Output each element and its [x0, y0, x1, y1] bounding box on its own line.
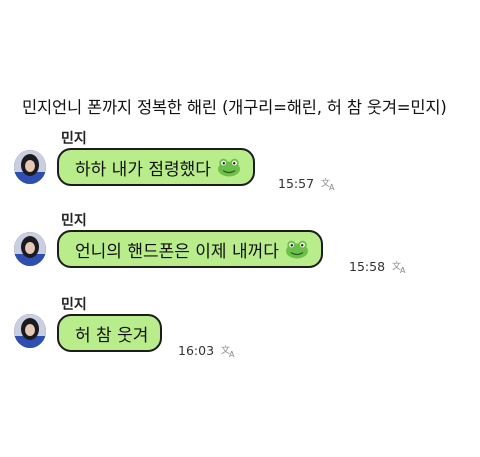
sender-name: 민지: [61, 297, 87, 313]
message-time: 15:57: [278, 176, 315, 191]
translate-icon[interactable]: 文 A: [321, 176, 337, 190]
message-text: 언니의 핸드폰은 이제 내꺼다: [75, 241, 279, 262]
frog-icon: [217, 158, 240, 176]
sender-name: 민지: [61, 131, 87, 147]
message-bubble[interactable]: 하하 내가 점령했다: [57, 148, 255, 186]
avatar[interactable]: [14, 232, 46, 266]
translate-icon[interactable]: 文 A: [392, 259, 408, 273]
message-bubble[interactable]: 언니의 핸드폰은 이제 내꺼다: [57, 230, 323, 268]
svg-text:A: A: [229, 350, 235, 357]
message-bubble[interactable]: 허 참 웃겨: [57, 314, 163, 352]
avatar[interactable]: [14, 150, 46, 184]
chat-message: 민지 하하 내가 점령했다 15:57 文 A: [0, 128, 480, 208]
avatar[interactable]: [14, 314, 46, 348]
post-caption: 민지언니 폰까지 정복한 해린 (개구리=해린, 허 참 웃겨=민지): [22, 98, 447, 117]
chat-message: 민지 허 참 웃겨 16:03 文 A: [0, 294, 480, 374]
message-time: 15:58: [349, 259, 386, 274]
message-text: 허 참 웃겨: [75, 325, 149, 346]
message-text: 하하 내가 점령했다: [75, 159, 211, 180]
message-time: 16:03: [178, 343, 215, 358]
chat-message: 민지 언니의 핸드폰은 이제 내꺼다 15:58 文 A: [0, 210, 480, 290]
frog-icon: [285, 240, 308, 258]
svg-text:A: A: [400, 266, 406, 273]
translate-icon[interactable]: 文 A: [221, 343, 237, 357]
svg-text:A: A: [329, 183, 335, 190]
sender-name: 민지: [61, 213, 87, 229]
